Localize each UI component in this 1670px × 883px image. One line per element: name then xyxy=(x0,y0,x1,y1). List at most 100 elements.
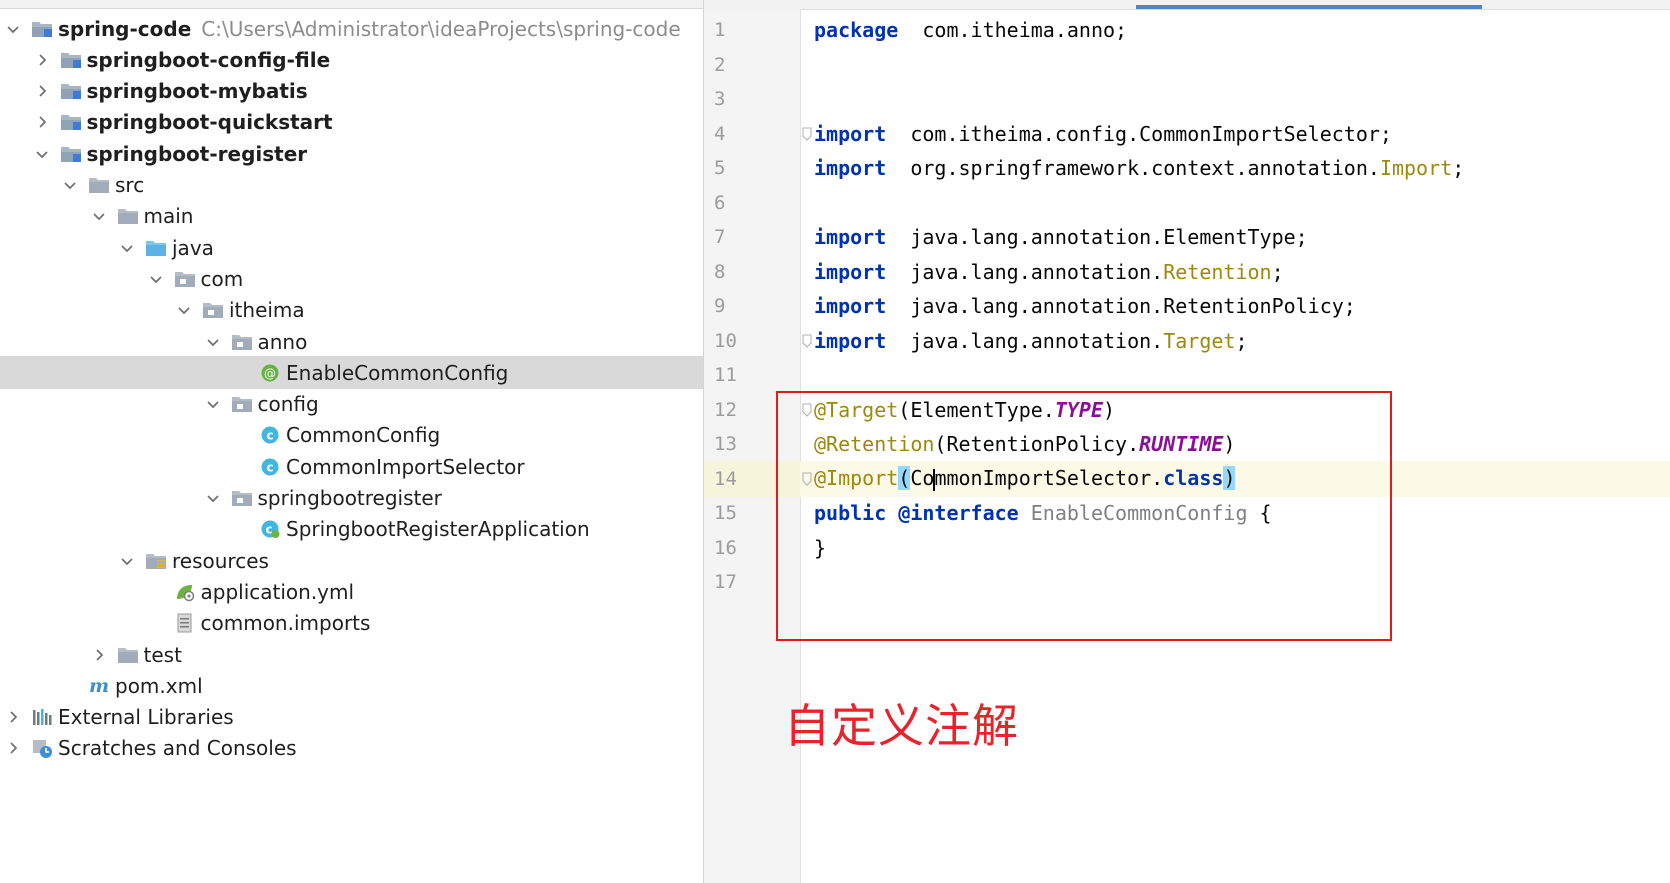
code-text[interactable]: import java.lang.annotation.Retention; xyxy=(814,260,1284,284)
chevron-down-icon[interactable] xyxy=(59,174,81,196)
annotation-class-icon: @ xyxy=(258,362,282,384)
code-token: Target xyxy=(1163,328,1236,353)
chevron-down-icon[interactable] xyxy=(202,331,224,353)
tree-node-java[interactable]: java xyxy=(0,231,703,264)
yaml-file-icon xyxy=(173,581,197,603)
chevron-down-icon[interactable] xyxy=(116,237,138,259)
tree-node-label: main xyxy=(143,204,194,229)
tree-node-springboot-register[interactable]: springboot-register xyxy=(0,137,703,170)
folder-icon xyxy=(116,644,140,666)
tree-node-application-yml[interactable]: application.yml xyxy=(0,575,703,608)
tree-node-springboot-config-file[interactable]: springboot-config-file xyxy=(0,43,703,76)
code-line-6[interactable]: 6 xyxy=(704,185,1670,221)
class-icon: c xyxy=(258,424,282,446)
text-file-icon xyxy=(173,612,197,634)
code-text[interactable]: import java.lang.annotation.RetentionPol… xyxy=(814,294,1356,318)
tree-node-commonconfig[interactable]: c CommonConfig xyxy=(0,419,703,452)
code-token: import xyxy=(814,156,887,180)
code-text[interactable]: import com.itheima.config.CommonImportSe… xyxy=(814,122,1392,146)
fold-marker-icon[interactable] xyxy=(800,323,814,359)
code-line-1[interactable]: 1 package com.itheima.anno; xyxy=(704,12,1670,48)
chevron-down-icon[interactable] xyxy=(173,299,195,321)
editor-tab-strip[interactable] xyxy=(704,0,1670,10)
tree-node-scratches-and-consoles[interactable]: Scratches and Consoles xyxy=(0,732,703,765)
code-text[interactable]: import org.springframework.context.annot… xyxy=(814,156,1464,180)
tree-node-config[interactable]: config xyxy=(0,388,703,421)
tree-node-label: resources xyxy=(172,548,269,573)
tree-node-common-imports[interactable]: common.imports xyxy=(0,607,703,640)
chevron-right-icon[interactable] xyxy=(2,706,24,728)
line-number: 3 xyxy=(714,88,726,110)
code-line-9[interactable]: 9 import java.lang.annotation.RetentionPo… xyxy=(704,288,1670,324)
chevron-down-icon[interactable] xyxy=(202,393,224,415)
chevron-down-icon[interactable] xyxy=(145,268,167,290)
fold-gutter-spacer xyxy=(800,81,814,117)
tree-node-main[interactable]: main xyxy=(0,200,703,233)
chevron-right-icon[interactable] xyxy=(88,644,110,666)
code-line-5[interactable]: 5 import org.springframework.context.anno… xyxy=(704,150,1670,186)
fold-gutter-spacer xyxy=(800,357,814,393)
tree-node-label: springboot-config-file xyxy=(86,47,331,72)
tree-node-resources[interactable]: resources xyxy=(0,544,703,577)
code-token: Retention xyxy=(1163,259,1272,284)
tree-node-springboot-quickstart[interactable]: springboot-quickstart xyxy=(0,106,703,139)
tree-node-external-libraries[interactable]: External Libraries xyxy=(0,701,703,734)
code-token: import xyxy=(814,328,887,353)
fold-marker-icon[interactable] xyxy=(800,116,814,152)
code-line-4[interactable]: 4 import com.itheima.config.CommonImportS… xyxy=(704,116,1670,152)
resources-folder-icon xyxy=(144,550,168,572)
code-text[interactable]: import java.lang.annotation.Target; xyxy=(814,329,1248,353)
chevron-down-icon[interactable] xyxy=(88,205,110,227)
chevron-right-icon[interactable] xyxy=(31,80,53,102)
tree-node-enablecommonconfig[interactable]: @ EnableCommonConfig xyxy=(0,356,703,390)
chevron-right-icon[interactable] xyxy=(31,111,53,133)
chevron-right-icon[interactable] xyxy=(31,49,53,71)
svg-text:@: @ xyxy=(264,366,276,380)
folder-icon xyxy=(87,174,111,196)
scratches-icon xyxy=(30,737,54,759)
tree-node-label: itheima xyxy=(229,298,305,323)
code-token: org.springframework.context.annotation. xyxy=(886,156,1380,180)
module-folder-icon xyxy=(59,143,83,165)
code-token: ; xyxy=(1235,328,1248,353)
tree-node-springbootregister[interactable]: springbootregister xyxy=(0,482,703,515)
tree-node-springboot-mybatis[interactable]: springboot-mybatis xyxy=(0,75,703,108)
tree-node-label: common.imports xyxy=(200,611,371,636)
code-line-2[interactable]: 2 xyxy=(704,47,1670,83)
annotation-caption: 自定义注解 xyxy=(784,699,1019,753)
chevron-down-icon[interactable] xyxy=(116,550,138,572)
code-token: com.itheima.config.CommonImportSelector; xyxy=(886,121,1392,146)
chevron-down-icon[interactable] xyxy=(31,143,53,165)
code-text[interactable]: package com.itheima.anno; xyxy=(814,18,1127,42)
tree-node-label: src xyxy=(115,173,145,197)
fold-gutter-spacer xyxy=(800,254,814,290)
line-number: 5 xyxy=(714,157,726,179)
code-line-11[interactable]: 11 xyxy=(704,357,1670,393)
chevron-down-icon[interactable] xyxy=(202,487,224,509)
code-line-7[interactable]: 7 import java.lang.annotation.ElementType… xyxy=(704,219,1670,255)
code-line-10[interactable]: 10 import java.lang.annotation.Target; xyxy=(704,323,1670,359)
maven-icon: m xyxy=(87,675,111,697)
tree-node-label: com xyxy=(200,266,244,291)
code-line-8[interactable]: 8 import java.lang.annotation.Retention; xyxy=(704,254,1670,290)
chevron-right-icon[interactable] xyxy=(2,737,24,759)
tree-node-test[interactable]: test xyxy=(0,638,703,671)
project-tool-window: spring-code C:\Users\Administrator\ideaPr… xyxy=(0,0,704,883)
tree-node-springbootregisterapplication[interactable]: c SpringbootRegisterApplication xyxy=(0,513,703,546)
tree-node-pom-xml[interactable]: m pom.xml xyxy=(0,669,703,702)
tree-node-spring-code[interactable]: spring-code C:\Users\Administrator\ideaPr… xyxy=(0,12,703,45)
tree-node-src[interactable]: src xyxy=(0,169,703,202)
tree-node-com[interactable]: com xyxy=(0,262,703,295)
code-text[interactable]: import java.lang.annotation.ElementType; xyxy=(814,225,1308,249)
tree-node-itheima[interactable]: itheima xyxy=(0,294,703,327)
tree-node-commonimportselector[interactable]: c CommonImportSelector xyxy=(0,450,703,483)
fold-gutter-spacer xyxy=(800,47,814,83)
code-line-3[interactable]: 3 xyxy=(704,81,1670,117)
module-folder-icon xyxy=(30,18,54,40)
module-folder-icon xyxy=(59,80,83,102)
tree-node-label: External Libraries xyxy=(58,705,234,730)
tree-node-anno[interactable]: anno xyxy=(0,325,703,358)
chevron-down-icon[interactable] xyxy=(2,18,24,40)
